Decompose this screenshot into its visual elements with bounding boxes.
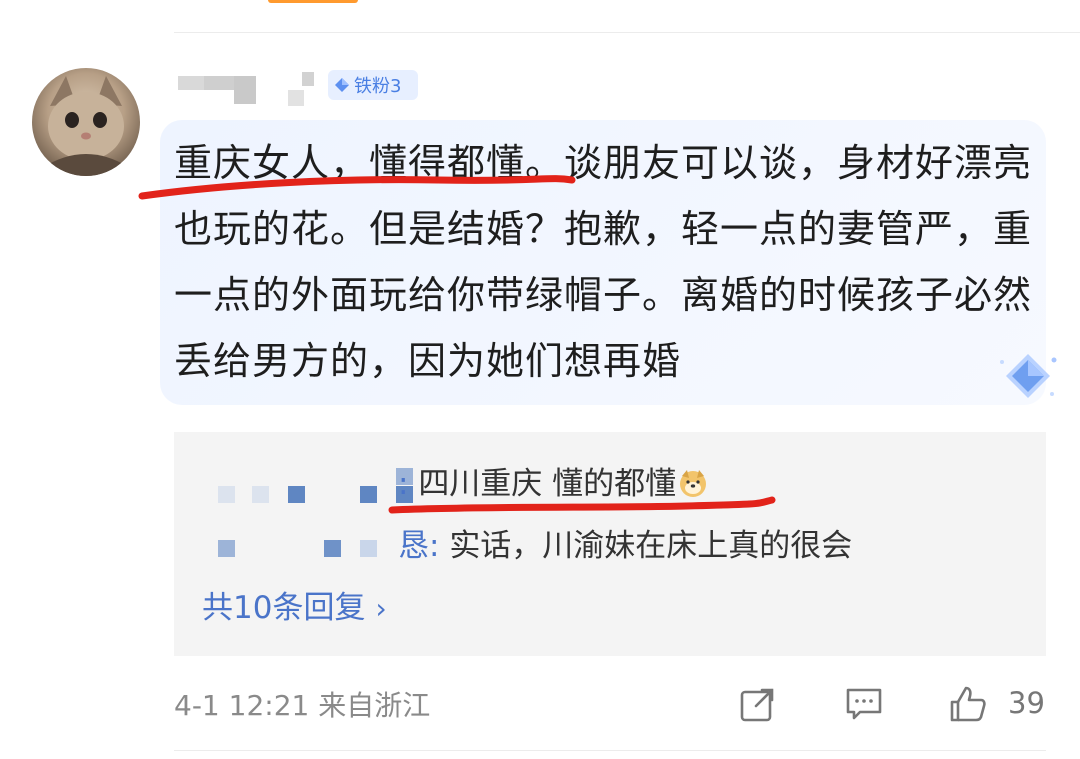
avatar[interactable] xyxy=(32,68,140,176)
timestamp-location: 4-1 12:21 来自浙江 xyxy=(174,689,431,722)
top-tag-fragment xyxy=(268,0,358,3)
like-count: 39 xyxy=(1008,686,1045,720)
red-underline-annotation-reply xyxy=(388,496,776,514)
red-underline-annotation xyxy=(138,175,576,200)
reply-prefix: 恳: xyxy=(398,528,440,564)
diamond-icon xyxy=(335,78,349,92)
chevron-right-icon: › xyxy=(375,592,387,625)
comment-icon[interactable] xyxy=(844,684,884,724)
share-icon[interactable] xyxy=(738,684,778,724)
bubble-diamond-icon xyxy=(1000,354,1057,398)
fan-badge-label: 铁粉3 xyxy=(354,76,402,97)
reply-item[interactable]: 恳: 实话，川渝妹在床上真的很会 xyxy=(398,520,852,565)
reply-text: 实话，川渝妹在床上真的很会 xyxy=(449,528,853,564)
like-icon[interactable] xyxy=(948,684,988,724)
divider xyxy=(174,32,1080,33)
divider xyxy=(174,750,1046,751)
username-obscured[interactable] xyxy=(178,70,318,106)
cat-avatar-image xyxy=(42,76,130,176)
view-all-replies-link[interactable]: 共10条回复 › xyxy=(202,582,387,627)
view-all-replies-label: 共10条回复 xyxy=(202,590,366,626)
fan-badge: 铁粉3 xyxy=(328,70,418,100)
